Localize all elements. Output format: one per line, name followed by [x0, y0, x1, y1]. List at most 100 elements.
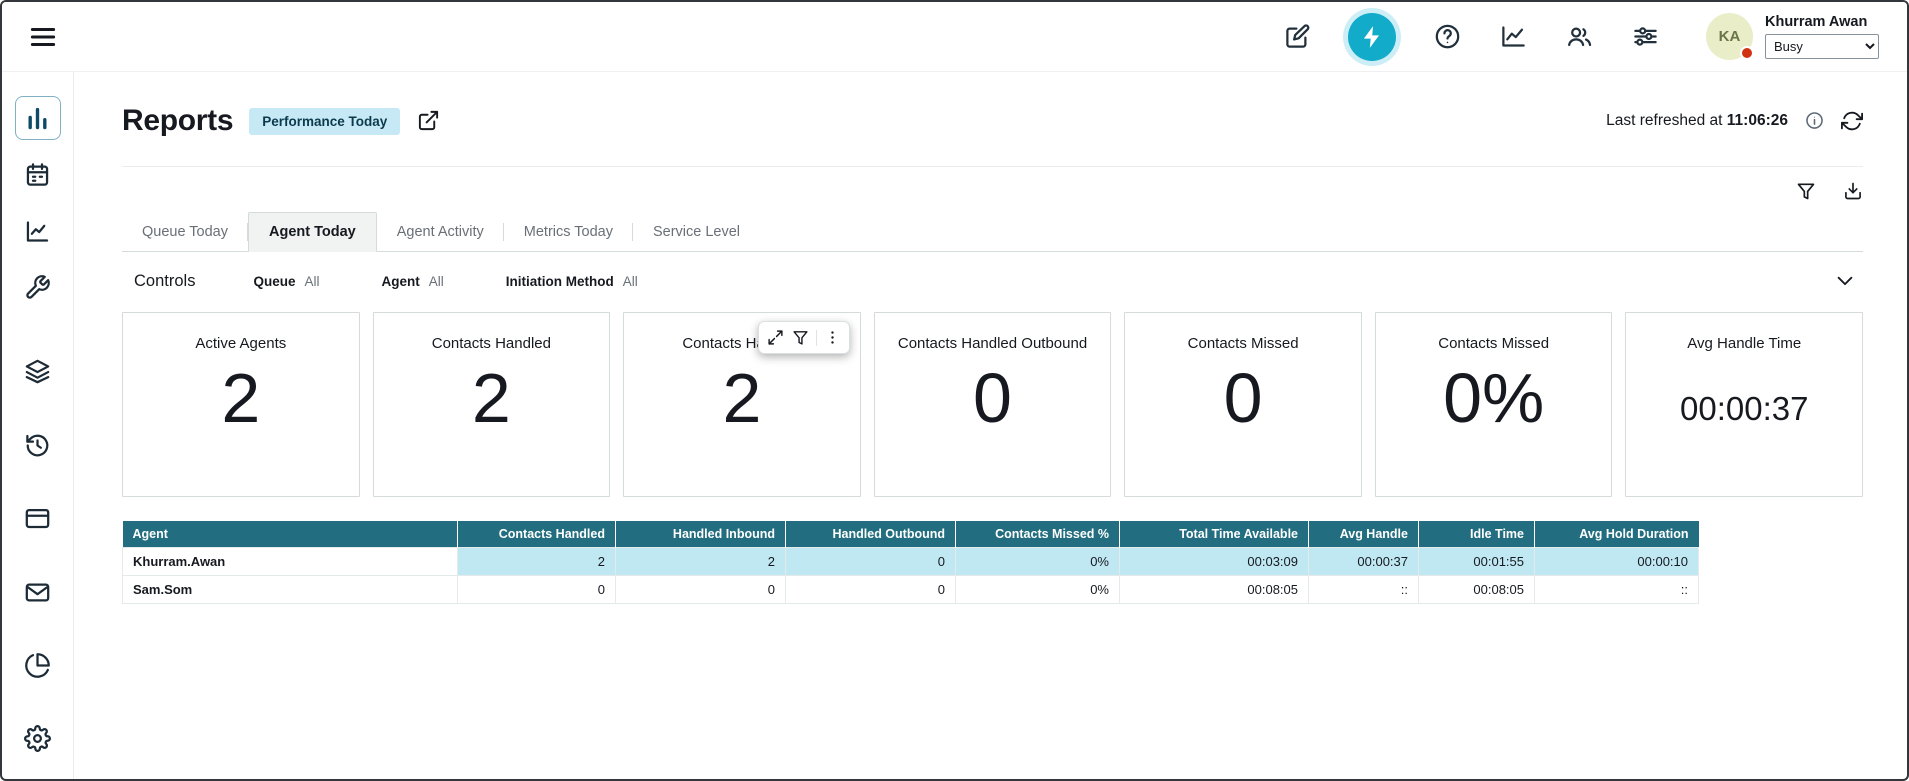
sliders-icon[interactable] — [1630, 22, 1660, 52]
shell: Reports Performance Today Last refreshed… — [2, 72, 1907, 779]
notepad-icon[interactable] — [1282, 22, 1312, 52]
info-icon[interactable] — [1804, 111, 1824, 131]
calendar-icon — [24, 161, 51, 188]
kpi-label: Contacts Missed — [1188, 335, 1299, 352]
sidebar-item-settings[interactable] — [15, 717, 61, 761]
topbar-icons — [1282, 13, 1660, 61]
page-title: Reports — [122, 104, 233, 138]
table-row[interactable]: Sam.Som0000%00:08:05::00:08:05:: — [123, 576, 1699, 604]
value-cell: 0 — [786, 576, 956, 604]
column-header-contacts-missed-[interactable]: Contacts Missed % — [956, 521, 1120, 548]
agent-cell: Sam.Som — [123, 576, 458, 604]
column-header-handled-outbound[interactable]: Handled Outbound — [786, 521, 956, 548]
panel-actions — [122, 181, 1863, 202]
value-cell: :: — [1535, 576, 1699, 604]
controls-filters: QueueAllAgentAllInitiation MethodAll — [253, 274, 699, 289]
sidebar-item-pie-chart[interactable] — [15, 643, 61, 687]
agent-cell: Khurram.Awan — [123, 548, 458, 576]
filter-value: All — [429, 274, 444, 289]
table-body: Khurram.Awan2200%00:03:0900:00:3700:01:5… — [123, 548, 1699, 604]
sidebar-item-layers[interactable] — [15, 350, 61, 394]
help-icon[interactable] — [1432, 22, 1462, 52]
more-menu-icon[interactable] — [823, 328, 842, 347]
report-badge: Performance Today — [249, 108, 400, 135]
kpi-card-contacts-missed: Contacts Missed 0% — [1375, 312, 1613, 497]
column-header-agent[interactable]: Agent — [123, 521, 458, 548]
filter-icon[interactable] — [791, 328, 810, 347]
sidebar-item-browser[interactable] — [15, 496, 61, 540]
tab-agent-activity[interactable]: Agent Activity — [377, 213, 504, 251]
avatar-initials: KA — [1719, 28, 1741, 45]
value-cell: 2 — [616, 548, 786, 576]
user-block: KA Khurram Awan Busy — [1706, 13, 1879, 60]
table-wrap: AgentContacts HandledHandled InboundHand… — [122, 521, 1863, 604]
chevron-down-icon[interactable] — [1833, 269, 1857, 293]
gear-icon — [24, 725, 51, 752]
users-icon[interactable] — [1564, 22, 1594, 52]
lightning-icon[interactable] — [1348, 13, 1396, 61]
expand-icon[interactable] — [766, 328, 785, 347]
tab-queue-today[interactable]: Queue Today — [122, 213, 248, 251]
column-header-idle-time[interactable]: Idle Time — [1419, 521, 1535, 548]
kpi-label: Active Agents — [195, 335, 286, 352]
kpi-label: Contacts Missed — [1438, 335, 1549, 352]
history-icon — [24, 432, 51, 459]
page-head: Reports Performance Today Last refreshed… — [122, 104, 1863, 138]
kpi-label: Contacts Handled — [432, 335, 551, 352]
pie-chart-icon — [24, 652, 51, 679]
sidebar-item-mail[interactable] — [15, 570, 61, 614]
filter-initiation-method[interactable]: Initiation MethodAll — [506, 274, 638, 289]
kpi-row: Active Agents2Contacts Handled2Contacts … — [122, 312, 1863, 497]
app-window: KA Khurram Awan Busy Reports Performance… — [0, 0, 1909, 781]
column-header-avg-handle[interactable]: Avg Handle — [1309, 521, 1419, 548]
table-row[interactable]: Khurram.Awan2200%00:03:0900:00:3700:01:5… — [123, 548, 1699, 576]
export-icon[interactable] — [1842, 181, 1863, 202]
line-chart-icon — [24, 218, 51, 245]
sidebar-item-bar-chart[interactable] — [15, 96, 61, 140]
status-select[interactable]: Busy — [1765, 34, 1879, 59]
tools-icon — [24, 274, 51, 301]
topbar: KA Khurram Awan Busy — [2, 2, 1907, 72]
value-cell: 0 — [616, 576, 786, 604]
status-dot — [1740, 46, 1754, 60]
kpi-value: 0% — [1443, 358, 1544, 439]
controls-label: Controls — [134, 272, 195, 291]
kpi-value: 2 — [722, 358, 761, 439]
tab-service-level[interactable]: Service Level — [633, 213, 760, 251]
filter-name: Initiation Method — [506, 274, 614, 289]
kpi-card-active-agents: Active Agents2 — [122, 312, 360, 497]
filter-value: All — [304, 274, 319, 289]
hamburger-menu-icon[interactable] — [28, 22, 58, 52]
last-refreshed-time: 11:06:26 — [1727, 112, 1788, 129]
tab-metrics-today[interactable]: Metrics Today — [504, 213, 633, 251]
metrics-icon[interactable] — [1498, 22, 1528, 52]
sidebar-item-history[interactable] — [15, 423, 61, 467]
agent-table: AgentContacts HandledHandled InboundHand… — [122, 521, 1699, 604]
tab-agent-today[interactable]: Agent Today — [248, 212, 377, 252]
kpi-value: 0 — [973, 358, 1012, 439]
table-header-row: AgentContacts HandledHandled InboundHand… — [123, 521, 1699, 548]
column-header-contacts-handled[interactable]: Contacts Handled — [458, 521, 616, 548]
kpi-card-contacts-handled: Contacts Handled2 — [623, 312, 861, 497]
value-cell: 0% — [956, 548, 1120, 576]
kpi-value: 00:00:37 — [1680, 390, 1808, 428]
external-link-icon[interactable] — [416, 109, 440, 133]
kpi-value: 2 — [472, 358, 511, 439]
refresh-icon[interactable] — [1840, 110, 1863, 133]
value-cell: 2 — [458, 548, 616, 576]
sidebar-item-tools[interactable] — [15, 265, 61, 309]
column-header-handled-inbound[interactable]: Handled Inbound — [616, 521, 786, 548]
filter-queue[interactable]: QueueAll — [253, 274, 319, 289]
sidebar-item-line-chart[interactable] — [15, 209, 61, 253]
kpi-card-contacts-missed: Contacts Missed0 — [1124, 312, 1362, 497]
controls-row: Controls QueueAll AgentAll Initiation Meth… — [122, 252, 1863, 312]
column-header-total-time-available[interactable]: Total Time Available — [1120, 521, 1309, 548]
column-header-avg-hold-duration[interactable]: Avg Hold Duration — [1535, 521, 1699, 548]
sidebar-item-calendar[interactable] — [15, 152, 61, 196]
filter-icon[interactable] — [1795, 181, 1816, 202]
refresh-area: Last refreshed at 11:06:26 — [1606, 110, 1863, 133]
bar-chart-icon — [24, 105, 51, 132]
filter-agent[interactable]: AgentAll — [381, 274, 443, 289]
value-cell: 00:08:05 — [1120, 576, 1309, 604]
main-content: Reports Performance Today Last refreshed… — [74, 72, 1907, 779]
